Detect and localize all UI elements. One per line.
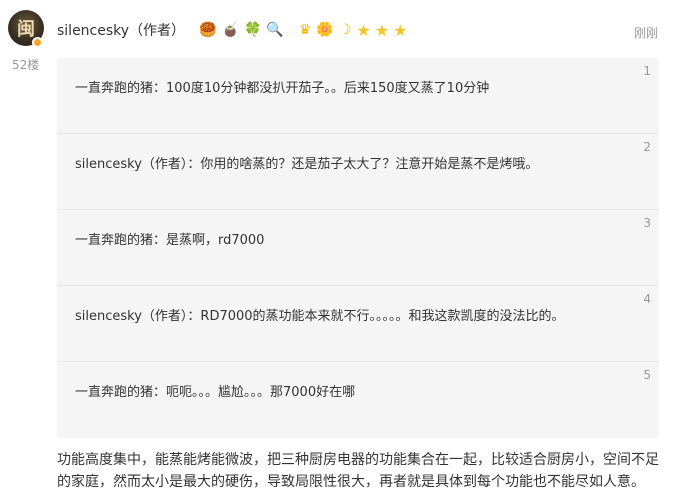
comment-time: 刚刚 [633,26,658,40]
sun-level-icon: 🌼 [316,22,334,38]
reply-item[interactable]: 一直奔跑的猪：是蒸啊，rd7000 3 [57,210,659,286]
badge-list: 🥮 🧉 🍀 🔍 ♛ 🌼 ☽ ★ ★ ★ [199,21,411,40]
floor-number: 52楼 [12,58,40,72]
moon-level-icon: ☽ [338,22,352,38]
pipe-badge-icon: 🧉 [221,22,239,38]
reply-item[interactable]: silencesky（作者）：你用的啥蒸的？还是茄子太大了？注意开始是蒸不是烤哦… [57,134,659,210]
star-level-icon: ★ [374,20,390,40]
comment-body: 功能高度集中，能蒸能烤能微波，把三种厨房电器的功能集合在一起，比较适合厨房小，空… [57,452,659,490]
clover-badge-icon: 🍀 [243,22,262,38]
magnifier-badge-icon: 🔍 [266,22,284,38]
reply-item[interactable]: silencesky（作者）：RD7000的蒸功能本来就不行。。。。。和我这款凯… [57,286,659,362]
verified-badge-icon [32,37,43,48]
reply-list: 一直奔跑的猪：100度10分钟都没扒开茄子。。后来150度又蒸了10分钟 1 s… [57,58,659,438]
reply-text: 一直奔跑的猪：100度10分钟都没扒开茄子。。后来150度又蒸了10分钟 [75,81,490,96]
reply-index: 3 [643,216,651,230]
reply-item[interactable]: 一直奔跑的猪：100度10分钟都没扒开茄子。。后来150度又蒸了10分钟 1 [57,58,659,134]
reply-index: 1 [643,64,651,78]
reply-text: 一直奔跑的猪：是蒸啊，rd7000 [75,233,265,248]
reply-item[interactable]: 一直奔跑的猪：呃呃。。。尴尬。。。那7000好在哪 5 [57,362,659,438]
reply-index: 4 [643,292,651,306]
author-name[interactable]: silencesky（作者） [57,20,185,40]
author-row: silencesky（作者） 🥮 🧉 🍀 🔍 ♛ 🌼 ☽ ★ ★ ★ [57,20,411,40]
reply-text: 一直奔跑的猪：呃呃。。。尴尬。。。那7000好在哪 [75,385,356,400]
star-level-icon: ★ [393,20,408,40]
mooncake-badge-icon: 🥮 [199,22,217,38]
reply-text: silencesky（作者）：RD7000的蒸功能本来就不行。。。。。和我这款凯… [75,309,565,324]
crown-level-icon: ♛ [298,22,312,38]
star-level-icon: ★ [356,20,371,40]
reply-index: 2 [643,140,651,154]
reply-text: silencesky（作者）：你用的啥蒸的？还是茄子太大了？注意开始是蒸不是烤哦… [75,157,539,172]
reply-index: 5 [643,368,651,382]
